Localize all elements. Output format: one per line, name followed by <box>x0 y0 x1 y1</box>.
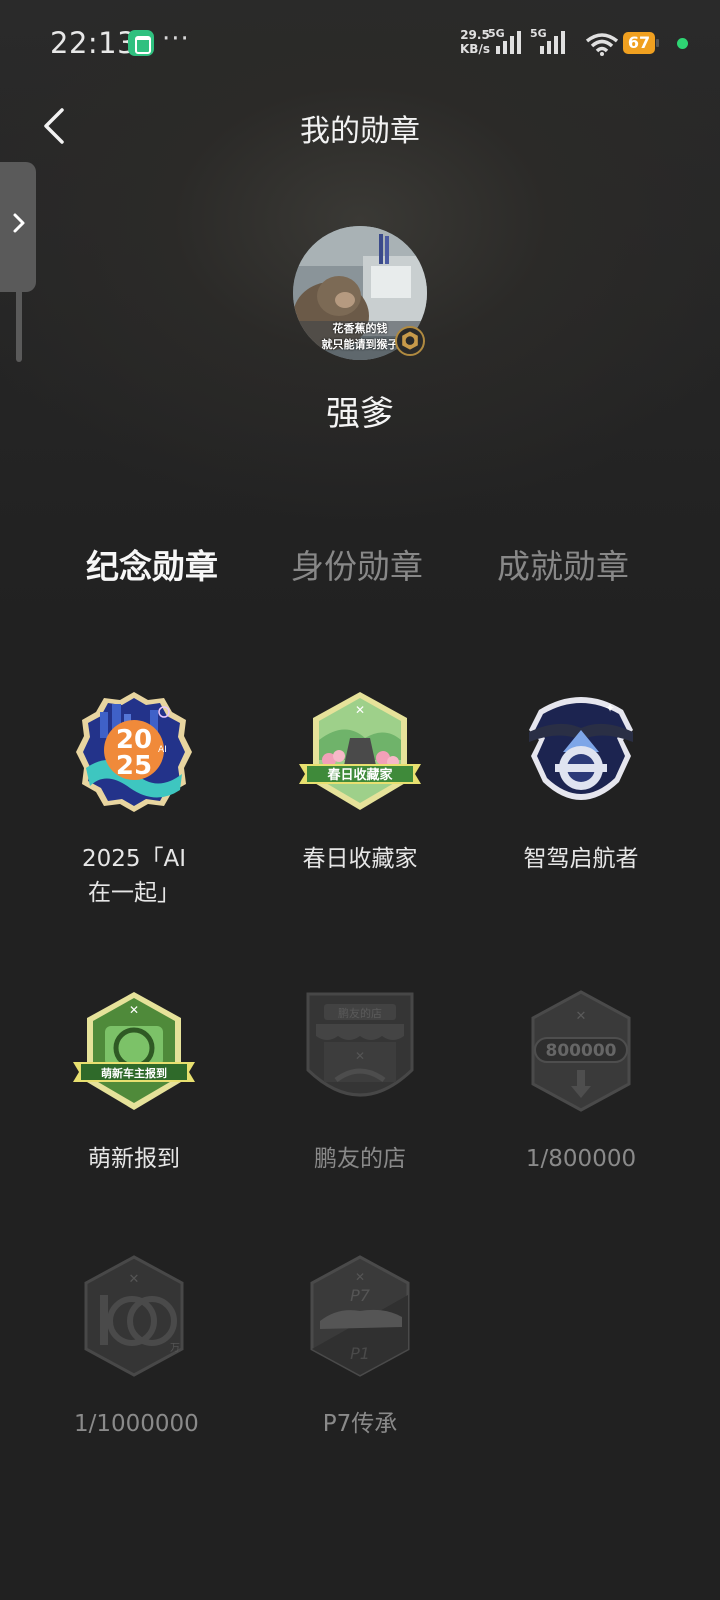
network-speed-unit: KB/s <box>460 42 490 56</box>
medal-label: 春日收藏家 <box>302 846 418 872</box>
medal-item[interactable]: 鹏友的店 ✕ 鹏友的店 <box>245 990 475 1176</box>
800000-badge-text: 800000 <box>546 1041 617 1061</box>
medal-item[interactable]: ✕ 万 1/1000000 <box>19 1255 249 1441</box>
svg-text:P7: P7 <box>350 1286 371 1305</box>
svg-text:P1: P1 <box>350 1344 370 1363</box>
svg-text:✕: ✕ <box>355 703 365 717</box>
spring-collector-ribbon-text: 春日收藏家 <box>326 767 393 783</box>
pengyou-store-sign-text: 鹏友的店 <box>338 1006 382 1020</box>
svg-text:✦: ✦ <box>605 701 615 715</box>
p7-legacy-medal-icon: ✕ P7 P1 <box>310 1255 410 1377</box>
medal-label: P7传承 <box>322 1411 398 1437</box>
medal-item[interactable]: ✕ 萌新车主报到 萌新报到 <box>19 990 249 1176</box>
tab-achievement[interactable]: 成就勋章 <box>497 540 629 588</box>
privacy-indicator-dot <box>677 38 688 49</box>
status-bar: 22:13 ··· 29.5 KB/s 5G 5G 67 <box>0 0 720 90</box>
signal-2-icon <box>540 31 565 54</box>
svg-text:AI: AI <box>158 745 167 755</box>
svg-text:✕: ✕ <box>576 1009 587 1024</box>
avatar-medal-badge-icon <box>395 326 425 356</box>
medal-item[interactable]: ✕ P7 P1 P7传承 <box>245 1255 475 1441</box>
side-drawer-bar <box>16 292 22 362</box>
tab-identity[interactable]: 身份勋章 <box>291 540 423 588</box>
tab-commemorative[interactable]: 纪念勋章 <box>86 540 218 588</box>
pengyou-store-medal-icon: 鹏友的店 ✕ <box>306 992 414 1097</box>
million-medal-icon: ✕ 万 <box>84 1255 184 1377</box>
medal-label: 2025「AI在一起」 <box>81 846 187 906</box>
battery-icon: 67 <box>623 32 659 54</box>
medal-item[interactable]: ✕ 800000 1/800000 <box>466 990 696 1176</box>
more-notifications-icon: ··· <box>162 24 190 54</box>
wifi-icon <box>585 33 619 56</box>
medals-screen: 22:13 ··· 29.5 KB/s 5G 5G 67 我的勋章 花香蕉的钱 … <box>0 0 720 1600</box>
signal-1-icon <box>496 31 521 54</box>
medal-label: 智驾启航者 <box>523 846 639 872</box>
svg-text:万: 万 <box>170 1343 180 1354</box>
svg-text:25: 25 <box>116 751 152 781</box>
page-title: 我的勋章 <box>300 114 420 149</box>
medal-label: 1/1000000 <box>74 1411 199 1437</box>
autopilot-pioneer-medal-icon: ✦ <box>529 697 633 800</box>
network-speed: 29.5 KB/s <box>460 28 490 56</box>
newbie-checkin-medal-icon: ✕ 萌新车主报到 <box>73 992 195 1110</box>
svg-text:✕: ✕ <box>355 1270 365 1284</box>
medal-label: 鹏友的店 <box>314 1146 406 1172</box>
network-speed-value: 29.5 <box>460 28 490 42</box>
mi-home-icon <box>128 30 154 56</box>
medal-label: 1/800000 <box>525 1146 637 1172</box>
spring-collector-medal-icon: ✕ 春日收藏家 <box>299 692 421 810</box>
svg-text:✕: ✕ <box>129 1003 139 1017</box>
svg-text:✕: ✕ <box>129 1272 140 1287</box>
svg-text:✕: ✕ <box>355 1049 365 1063</box>
medal-item[interactable]: 20 25 AI 2025「AI在一起」 <box>19 690 249 910</box>
year-2025-ai-medal-icon: 20 25 AI <box>76 692 192 812</box>
chevron-right-icon <box>13 213 25 233</box>
medal-item[interactable]: ✕ 春日收藏家 春日收藏家 <box>245 690 475 876</box>
status-time: 22:13 <box>50 26 137 60</box>
user-name: 强爹 <box>326 394 394 434</box>
800000-medal-icon: ✕ 800000 <box>531 990 631 1112</box>
medal-item[interactable]: ✦ 智驾启航者 <box>466 690 696 876</box>
medal-label: 萌新报到 <box>88 1146 180 1172</box>
newbie-ribbon-text: 萌新车主报到 <box>101 1066 167 1080</box>
